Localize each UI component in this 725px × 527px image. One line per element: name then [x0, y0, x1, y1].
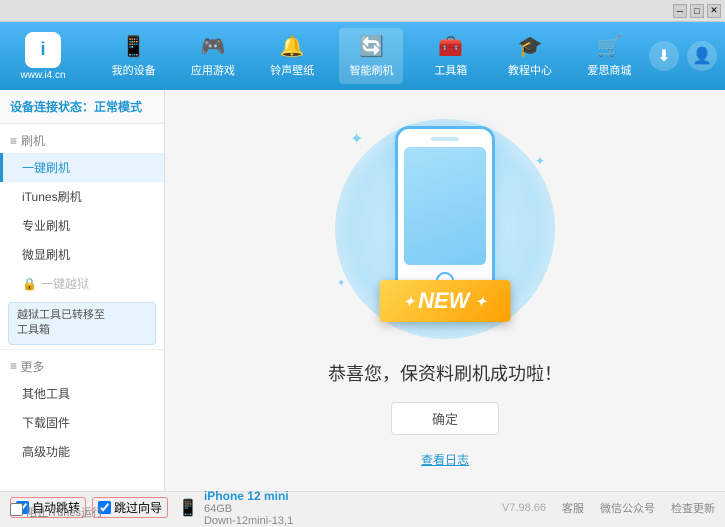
wechat-link[interactable]: 微信公众号 [600, 500, 655, 516]
itunes-stop-container: 阻止iTunes运行 [10, 503, 103, 520]
toolbox-icon: 🧰 [438, 34, 463, 59]
download-button[interactable]: ⬇ [649, 41, 679, 71]
illustration-container: ✦ ✦ ✦ ✦ NEW ✦ [315, 114, 575, 344]
status-value: 正常模式 [94, 100, 142, 114]
new-badge: ✦ NEW ✦ [380, 280, 511, 322]
info-box: 越狱工具已转移至 工具箱 [8, 302, 156, 345]
sparkle-bottom: ✦ [337, 278, 345, 289]
header: i www.i4.cn 📱 我的设备 🎮 应用游戏 🔔 铃声壁纸 🔄 智能刷机 … [0, 22, 725, 90]
my-device-icon: 📱 [121, 34, 146, 59]
nav-toolbox-label: 工具箱 [434, 62, 467, 78]
restore-button[interactable]: □ [690, 4, 704, 18]
device-info: 📱 iPhone 12 mini 64GB Down-12mini-13,1 [178, 489, 293, 527]
sidebar-locked-jailbreak: 🔒 一键越狱 [0, 269, 164, 298]
sidebar-advanced[interactable]: 高级功能 [0, 437, 164, 466]
logo-icon: i [25, 32, 61, 68]
success-card: ✦ ✦ ✦ ✦ NEW ✦ 恭喜您，保资料刷机成功啦！ 确定 查看日志 [315, 114, 575, 468]
check-update-link[interactable]: 检查更新 [671, 500, 715, 516]
ringtones-icon: 🔔 [280, 34, 305, 59]
nav-apps-games[interactable]: 🎮 应用游戏 [181, 28, 245, 84]
sparkle-left: ✦ [350, 129, 363, 149]
title-bar: ─ □ ✕ [0, 0, 725, 22]
bottom-bar: 自动跳转 跳过向导 📱 iPhone 12 mini 64GB Down-12m… [0, 491, 725, 523]
phone-speaker [431, 137, 459, 141]
sidebar-show-flash[interactable]: 微显刷机 [0, 240, 164, 269]
locked-label: 一键越狱 [41, 275, 89, 292]
new-badge-star-right: ✦ [476, 294, 487, 309]
user-button[interactable]: 👤 [687, 41, 717, 71]
confirm-button[interactable]: 确定 [391, 402, 499, 435]
nav-apps-games-label: 应用游戏 [191, 62, 235, 78]
content-area: ✦ ✦ ✦ ✦ NEW ✦ 恭喜您，保资料刷机成功啦！ 确定 查看日志 [165, 90, 725, 491]
nav-smart-flash[interactable]: 🔄 智能刷机 [339, 28, 403, 84]
device-phone-icon: 📱 [178, 498, 198, 518]
phone-body [395, 126, 495, 301]
header-right: ⬇ 👤 [649, 41, 717, 71]
mall-icon: 🛒 [597, 34, 622, 59]
success-message: 恭喜您，保资料刷机成功啦！ [328, 360, 562, 386]
bottom-right: V7.98.66 客服 微信公众号 检查更新 [502, 500, 715, 516]
nav-smart-flash-label: 智能刷机 [349, 62, 393, 78]
sidebar-download-fw[interactable]: 下载固件 [0, 408, 164, 437]
sidebar-other-tools[interactable]: 其他工具 [0, 379, 164, 408]
lock-icon: 🔒 [22, 277, 37, 291]
nav-my-device[interactable]: 📱 我的设备 [102, 28, 166, 84]
window-controls: ─ □ ✕ [673, 4, 721, 18]
logo-text: www.i4.cn [20, 70, 65, 81]
nav-ringtones-label: 铃声壁纸 [270, 62, 314, 78]
nav-mall-label: 爱思商城 [587, 62, 631, 78]
main-content: 设备连接状态：正常模式 ≡ 刷机 一键刷机 iTunes刷机 专业刷机 微显刷机… [0, 90, 725, 491]
sidebar: 设备连接状态：正常模式 ≡ 刷机 一键刷机 iTunes刷机 专业刷机 微显刷机… [0, 90, 165, 491]
nav-tutorial[interactable]: 🎓 教程中心 [498, 28, 562, 84]
flash-section-header: ≡ 刷机 [0, 124, 164, 153]
apps-games-icon: 🎮 [200, 34, 225, 59]
device-details: iPhone 12 mini 64GB Down-12mini-13,1 [204, 489, 293, 527]
sidebar-pro-flash[interactable]: 专业刷机 [0, 211, 164, 240]
more-icon: ≡ [10, 359, 17, 373]
sidebar-one-key-flash[interactable]: 一键刷机 [0, 153, 164, 182]
customer-service-link[interactable]: 客服 [562, 500, 584, 516]
skip-wizard-label: 跳过向导 [114, 499, 162, 516]
nav-tutorial-label: 教程中心 [508, 62, 552, 78]
nav-my-device-label: 我的设备 [112, 62, 156, 78]
itunes-stop-label: 阻止iTunes运行 [26, 507, 103, 519]
new-badge-star-left: ✦ [404, 294, 419, 309]
nav-mall[interactable]: 🛒 爱思商城 [577, 28, 641, 84]
nav-ringtones[interactable]: 🔔 铃声壁纸 [260, 28, 324, 84]
flash-section-icon: ≡ [10, 134, 17, 148]
device-name: iPhone 12 mini [204, 489, 293, 503]
more-label: 更多 [20, 358, 44, 375]
status-label: 设备连接状态： [10, 100, 94, 114]
version-text: V7.98.66 [502, 502, 546, 514]
skip-wizard-checkbox[interactable]: 跳过向导 [92, 497, 168, 518]
sidebar-itunes-flash[interactable]: iTunes刷机 [0, 182, 164, 211]
device-storage: 64GB [204, 503, 293, 515]
itunes-stop-checkbox[interactable] [10, 503, 23, 516]
new-badge-text: NEW [418, 288, 469, 313]
sparkle-right: ✦ [535, 154, 545, 168]
device-model: Down-12mini-13,1 [204, 515, 293, 527]
back-link[interactable]: 查看日志 [421, 451, 469, 468]
tutorial-icon: 🎓 [518, 34, 543, 59]
status-bar: 设备连接状态：正常模式 [0, 90, 164, 124]
nav-toolbox[interactable]: 🧰 工具箱 [419, 28, 483, 84]
nav-items: 📱 我的设备 🎮 应用游戏 🔔 铃声壁纸 🔄 智能刷机 🧰 工具箱 🎓 教程中心… [94, 28, 649, 84]
flash-section-label: 刷机 [21, 132, 45, 149]
phone-screen [404, 147, 486, 265]
logo-area[interactable]: i www.i4.cn [8, 32, 78, 81]
minimize-button[interactable]: ─ [673, 4, 687, 18]
smart-flash-icon: 🔄 [359, 34, 384, 59]
more-section-header: ≡ 更多 [0, 349, 164, 379]
close-button[interactable]: ✕ [707, 4, 721, 18]
